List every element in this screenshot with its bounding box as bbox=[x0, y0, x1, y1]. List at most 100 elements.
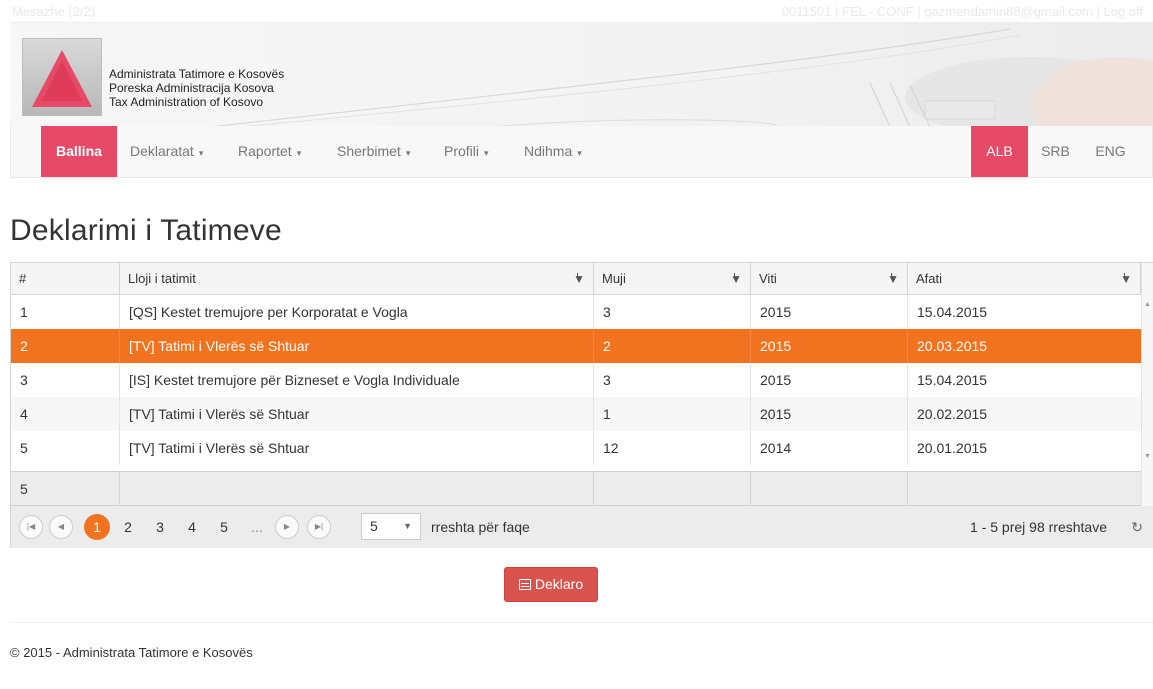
org-name-english: Tax Administration of Kosovo bbox=[109, 95, 264, 109]
chevron-down-icon: ▾ bbox=[577, 148, 582, 158]
page-size-label: rreshta për faqe bbox=[431, 519, 530, 535]
cell-deadline: 15.04.2015 bbox=[917, 304, 988, 320]
dropdown-arrow-icon: ▼ bbox=[403, 521, 412, 531]
calendar-icon bbox=[518, 579, 531, 590]
footer-cell bbox=[908, 472, 1141, 506]
nav-sherbimet-label: Sherbimet bbox=[337, 143, 401, 159]
column-header-label: Lloji i tatimit bbox=[128, 271, 196, 286]
row-count: 5 bbox=[11, 472, 120, 506]
header-banner: Administrata Tatimore e Kosovës Poreska … bbox=[10, 22, 1153, 126]
footer-cell bbox=[594, 472, 751, 506]
nav-ballina[interactable]: Ballina bbox=[41, 126, 117, 177]
nav-sherbimet[interactable]: Sherbimet ▾ bbox=[322, 126, 425, 177]
filter-icon[interactable]: ▼ bbox=[730, 264, 742, 295]
table-row[interactable]: 5 [TV] Tatimi i Vlerës së Shtuar 12 2014… bbox=[11, 431, 1141, 465]
scroll-down-icon[interactable]: ▼ bbox=[1144, 453, 1151, 460]
first-page-icon[interactable]: |◀ bbox=[19, 515, 43, 539]
cell-tax-type: [QS] Kestet tremujore per Korporatat e V… bbox=[120, 295, 594, 329]
column-header-number[interactable]: # bbox=[11, 263, 120, 294]
nav-ballina-label: Ballina bbox=[56, 143, 102, 159]
nav-profili-label: Profili bbox=[444, 143, 480, 159]
footer-cell bbox=[751, 472, 908, 506]
prev-page-icon[interactable]: ◀ bbox=[49, 515, 73, 539]
footer-cell bbox=[120, 472, 594, 506]
chevron-down-icon: ▾ bbox=[405, 148, 411, 158]
cell-year: 2015 bbox=[751, 329, 908, 363]
table-row[interactable]: 1 [QS] Kestet tremujore per Korporatat e… bbox=[11, 295, 1141, 329]
page-size-select[interactable]: 5 ▼ bbox=[361, 513, 421, 540]
page-number[interactable]: 3 bbox=[150, 515, 170, 539]
nav-deklaratat-label: Deklaratat bbox=[130, 143, 194, 159]
declare-button-label: Deklaro bbox=[534, 576, 584, 592]
last-page-icon[interactable]: ▶| bbox=[307, 515, 331, 539]
next-page-icon[interactable]: ▶ bbox=[275, 515, 299, 539]
cell-month: 1 bbox=[594, 397, 751, 431]
cell-deadline: 20.01.2015 bbox=[917, 440, 988, 456]
cell-year: 2014 bbox=[751, 431, 908, 465]
cell-number: 5 bbox=[11, 431, 120, 465]
nav-raportet-label: Raportet bbox=[238, 143, 292, 159]
top-info-bar: Mesazhe (2/2) 0011501 | FEL - CONF | gaz… bbox=[0, 0, 1153, 22]
messages-link[interactable]: Mesazhe (2/2) bbox=[12, 4, 95, 19]
page-size-value: 5 bbox=[370, 518, 378, 534]
vertical-scrollbar[interactable]: ▲ ▼ bbox=[1141, 263, 1153, 506]
column-header-label: Afati bbox=[916, 271, 943, 286]
cell-month: 3 bbox=[594, 363, 751, 397]
user-info-links[interactable]: 0011501 | FEL - CONF | gazmendamiri88@gm… bbox=[782, 4, 1143, 19]
chevron-down-icon: ▾ bbox=[198, 148, 204, 158]
filter-icon[interactable]: ▼ bbox=[1120, 264, 1132, 295]
copyright-footer: © 2015 - Administrata Tatimore e Kosovës bbox=[10, 645, 253, 660]
page-title: Deklarimi i Tatimeve bbox=[10, 214, 282, 247]
cell-year: 2015 bbox=[751, 363, 908, 397]
column-header-label: Muji bbox=[602, 271, 626, 286]
page-number[interactable]: 4 bbox=[182, 515, 202, 539]
cell-month: 3 bbox=[594, 295, 751, 329]
table-row[interactable]: 4 [TV] Tatimi i Vlerës së Shtuar 1 2015 … bbox=[11, 397, 1141, 431]
cell-tax-type: [TV] Tatimi i Vlerës së Shtuar bbox=[120, 397, 594, 431]
cell-year: 2015 bbox=[751, 397, 908, 431]
language-srb[interactable]: SRB bbox=[1028, 126, 1083, 177]
nav-profili[interactable]: Profili ▾ bbox=[429, 126, 504, 177]
column-header-deadline[interactable]: Afati ▼ bbox=[908, 263, 1141, 294]
organization-name: Administrata Tatimore e Kosovës Poreska … bbox=[109, 67, 284, 109]
column-header-tax-type[interactable]: Lloji i tatimit ▼ bbox=[120, 263, 594, 294]
cell-tax-type: [IS] Kestet tremujore për Bizneset e Vog… bbox=[120, 363, 594, 397]
refresh-icon[interactable]: ↻ bbox=[1131, 506, 1143, 548]
nav-raportet[interactable]: Raportet ▾ bbox=[223, 126, 316, 177]
grid-footer: 5 bbox=[11, 471, 1141, 506]
grid-header: # Lloji i tatimit ▼ Muji ▼ Viti ▼ Afati … bbox=[11, 263, 1141, 295]
page-number[interactable]: 2 bbox=[118, 515, 138, 539]
org-name-serbian: Poreska Administracija Kosova bbox=[109, 81, 274, 95]
page-more[interactable]: ... bbox=[247, 515, 267, 539]
table-row-selected[interactable]: 2 [TV] Tatimi i Vlerës së Shtuar 2 2015 … bbox=[11, 329, 1141, 363]
cell-deadline: 15.04.2015 bbox=[917, 372, 988, 388]
cell-year: 2015 bbox=[751, 295, 908, 329]
cell-deadline: 20.03.2015 bbox=[917, 338, 988, 354]
scroll-up-icon[interactable]: ▲ bbox=[1144, 301, 1151, 308]
cell-deadline: 20.02.2015 bbox=[917, 406, 988, 422]
cell-month: 12 bbox=[594, 431, 751, 465]
cell-tax-type: [TV] Tatimi i Vlerës së Shtuar bbox=[120, 431, 594, 465]
language-alb[interactable]: ALB bbox=[971, 126, 1028, 177]
table-row[interactable]: 3 [IS] Kestet tremujore për Bizneset e V… bbox=[11, 363, 1141, 397]
cell-number: 2 bbox=[11, 329, 120, 363]
chevron-down-icon: ▾ bbox=[484, 148, 489, 158]
nav-ndihma[interactable]: Ndihma ▾ bbox=[509, 126, 597, 177]
filter-icon[interactable]: ▼ bbox=[887, 264, 899, 295]
main-navbar: Ballina Deklaratat ▾ Raportet ▾ Sherbimet ▾… bbox=[10, 126, 1153, 178]
nav-deklaratat[interactable]: Deklaratat ▾ bbox=[115, 126, 218, 177]
column-header-label: # bbox=[19, 271, 27, 286]
chevron-down-icon: ▾ bbox=[296, 148, 302, 158]
tax-declarations-grid: # Lloji i tatimit ▼ Muji ▼ Viti ▼ Afati … bbox=[10, 262, 1153, 548]
page-number-current[interactable]: 1 bbox=[84, 514, 110, 540]
cell-tax-type: [TV] Tatimi i Vlerës së Shtuar bbox=[120, 329, 594, 363]
language-eng[interactable]: ENG bbox=[1083, 126, 1138, 177]
column-header-month[interactable]: Muji ▼ bbox=[594, 263, 751, 294]
page-number[interactable]: 5 bbox=[214, 515, 234, 539]
column-header-label: Viti bbox=[759, 271, 777, 286]
kosovo-tax-logo bbox=[22, 38, 102, 116]
column-header-year[interactable]: Viti ▼ bbox=[751, 263, 908, 294]
cell-number: 1 bbox=[11, 295, 120, 329]
declare-button[interactable]: Deklaro bbox=[504, 567, 598, 602]
filter-icon[interactable]: ▼ bbox=[573, 264, 585, 295]
